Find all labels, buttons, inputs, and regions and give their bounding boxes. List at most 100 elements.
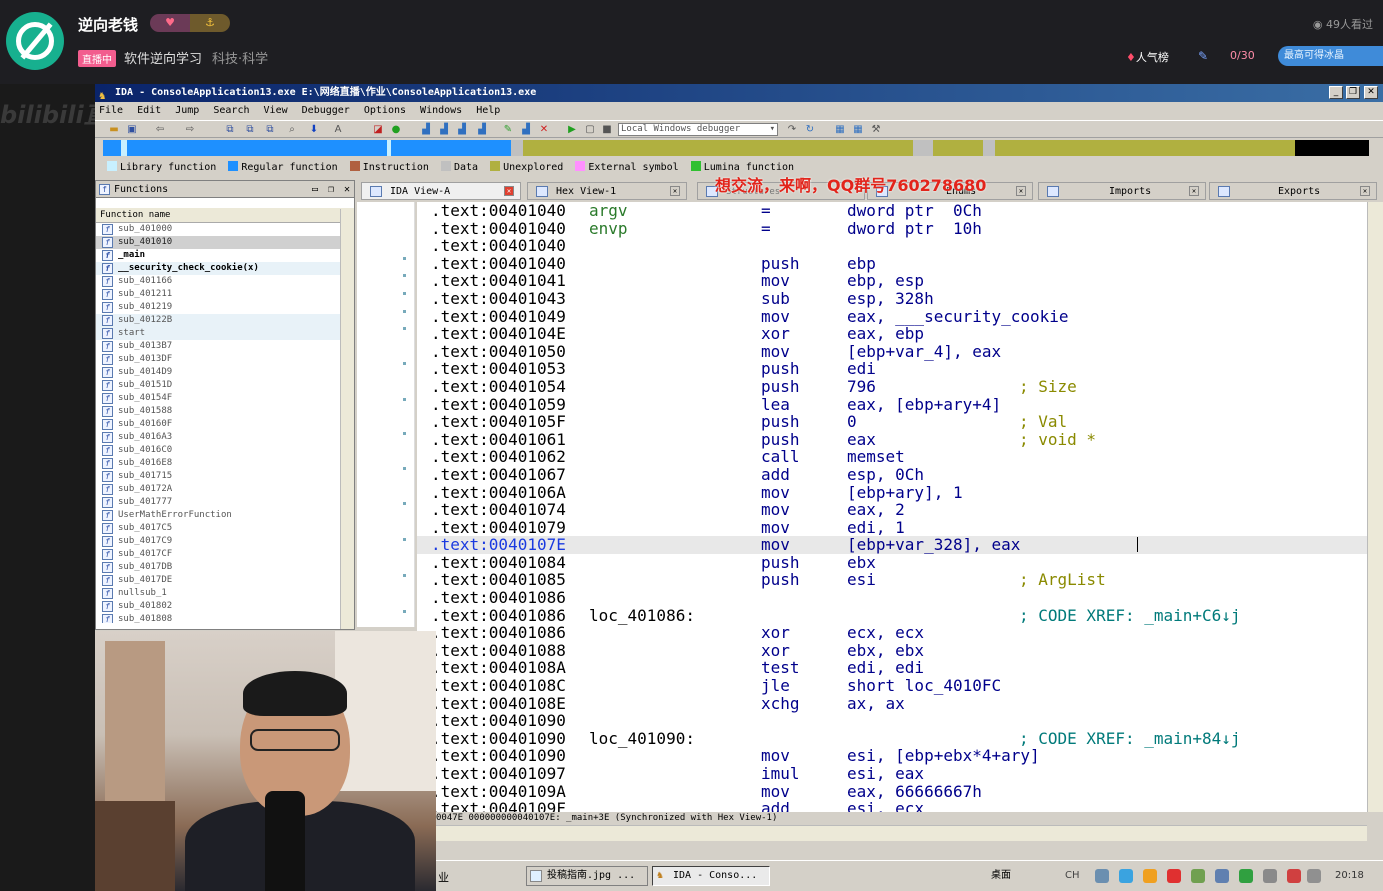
disasm-line[interactable]: .text:0040108A test edi, edi	[417, 659, 1367, 677]
step-into-icon[interactable]: ↷	[785, 123, 799, 136]
guard-promo-button[interactable]: 最高可得冰晶	[1278, 46, 1383, 66]
menu-jump[interactable]: Jump	[175, 105, 199, 116]
trace-icon[interactable]: ▦	[851, 123, 865, 136]
save-icon[interactable]: ▣	[125, 123, 139, 136]
function-item[interactable]: f sub_40154F	[96, 392, 354, 405]
function-item[interactable]: f sub_40172A	[96, 483, 354, 496]
start-debug-icon[interactable]: ▶	[565, 123, 579, 136]
function-item[interactable]: f sub_401166	[96, 275, 354, 288]
menu-search[interactable]: Search	[213, 105, 249, 116]
tab-close-icon[interactable]: ✕	[1016, 186, 1026, 196]
disassembly-vscrollbar[interactable]	[1367, 202, 1383, 812]
disasm-line[interactable]: .text:00401062 call memset	[417, 448, 1367, 466]
volume-icon[interactable]	[1307, 869, 1321, 883]
step-over-icon[interactable]: ↻	[803, 123, 817, 136]
paste-icon[interactable]: ⧉	[243, 123, 257, 136]
pen-tool-icon[interactable]: ✎	[501, 123, 515, 136]
xref-graph-icon[interactable]: ▟	[437, 123, 451, 136]
back-arrow-icon[interactable]: ⇦	[153, 123, 167, 136]
function-item[interactable]: f nullsub_1	[96, 587, 354, 600]
function-item[interactable]: f sub_401211	[96, 288, 354, 301]
menu-windows[interactable]: Windows	[420, 105, 462, 116]
function-item[interactable]: f sub_40151D	[96, 379, 354, 392]
live-category-link[interactable]: 科技·科学	[212, 48, 268, 67]
desktop-label[interactable]: 桌面	[991, 865, 1011, 887]
popularity-rank-button[interactable]: ♦人气榜	[1126, 49, 1169, 65]
function-item[interactable]: f sub_401588	[96, 405, 354, 418]
streamer-name[interactable]: 逆向老钱	[78, 14, 138, 35]
function-item[interactable]: f sub_401219	[96, 301, 354, 314]
update-icon[interactable]	[1191, 869, 1205, 883]
disasm-line[interactable]: .text:00401086	[417, 589, 1367, 607]
display-icon[interactable]	[1215, 869, 1229, 883]
search-icon[interactable]: ⌕	[285, 123, 299, 136]
streamer-avatar[interactable]	[6, 12, 64, 70]
functions-scrollbar[interactable]	[340, 209, 354, 629]
stop-icon[interactable]: ■	[600, 123, 614, 136]
minimize-button[interactable]: _	[1329, 86, 1343, 99]
fan-medal-anchor-icon[interactable]: ⚓	[190, 14, 230, 32]
graph-icon[interactable]: ◪	[371, 123, 385, 136]
function-item[interactable]: f sub_4017DE	[96, 574, 354, 587]
disasm-line[interactable]: .text:00401097 imul esi, eax	[417, 765, 1367, 783]
close-button[interactable]: ✕	[1364, 86, 1378, 99]
function-item[interactable]: f sub_4017CF	[96, 548, 354, 561]
debugger-select[interactable]: Local Windows debugger ▾	[618, 123, 778, 136]
function-item[interactable]: f sub_4014D9	[96, 366, 354, 379]
function-name-column-header[interactable]: Function name	[96, 208, 354, 223]
function-item[interactable]: f sub_4017C9	[96, 535, 354, 548]
pane-dock-icon[interactable]: ❐	[328, 181, 334, 198]
menu-debugger[interactable]: Debugger	[302, 105, 350, 116]
function-item[interactable]: f sub_40122B	[96, 314, 354, 327]
disasm-line[interactable]: .text:0040104E xor eax, ebp	[417, 325, 1367, 343]
function-item[interactable]: f sub_4013B7	[96, 340, 354, 353]
disasm-line[interactable]: .text:00401050 mov [ebp+var_4], eax	[417, 343, 1367, 361]
pen-icon[interactable]: ✎	[1198, 49, 1208, 63]
function-item[interactable]: f sub_4016A3	[96, 431, 354, 444]
stats-icon[interactable]: ▟	[519, 123, 533, 136]
disasm-line[interactable]: .text:00401088 xor ebx, ebx	[417, 642, 1367, 660]
disasm-line[interactable]: .text:0040105F push 0 ; Val	[417, 413, 1367, 431]
disasm-line[interactable]: .text:00401059 lea eax, [ebp+ary+4]	[417, 395, 1367, 414]
disasm-line[interactable]: .text:00401074 mov eax, 2	[417, 501, 1367, 519]
tab-ida-view-a[interactable]: IDA View-A ✕	[361, 182, 521, 200]
disasm-line[interactable]: .text:00401067 add esp, 0Ch	[417, 466, 1367, 484]
function-item[interactable]: f _main	[96, 249, 354, 262]
alert-icon[interactable]	[1287, 869, 1301, 883]
forward-arrow-icon[interactable]: ⇨	[183, 123, 197, 136]
disasm-line[interactable]: .text:0040107E mov [ebp+var_328], eax	[417, 536, 1367, 554]
security-icon[interactable]	[1239, 869, 1253, 883]
disasm-line[interactable]: .text:00401049 mov eax, ___security_cookie	[417, 307, 1367, 326]
qq-icon[interactable]	[1143, 869, 1157, 883]
pane-float-icon[interactable]: ▭	[312, 181, 318, 198]
disasm-line[interactable]: .text:00401053 push edi	[417, 360, 1367, 378]
disasm-line[interactable]: .text:0040109A mov eax, 66666667h	[417, 782, 1367, 801]
tab-imports[interactable]: Imports ✕	[1038, 182, 1206, 200]
clock[interactable]: 20:18	[1335, 865, 1364, 887]
function-item[interactable]: f sub_4016E8	[96, 457, 354, 470]
fan-medal-heart-icon[interactable]: ♥	[150, 14, 190, 32]
disasm-line[interactable]: .text:00401086 loc_401086: ; CODE XREF: _m…	[417, 607, 1367, 625]
tab-close-icon[interactable]: ✕	[1189, 186, 1199, 196]
function-item[interactable]: f sub_4017C5	[96, 522, 354, 535]
breakpoint-list-icon[interactable]: ▦	[833, 123, 847, 136]
disasm-line[interactable]: .text:00401040 push ebp	[417, 255, 1367, 273]
power-icon[interactable]	[1263, 869, 1277, 883]
disasm-line[interactable]: .text:00401084 push ebx	[417, 554, 1367, 572]
function-item[interactable]: f start	[96, 327, 354, 340]
tab-hex-view[interactable]: Hex View-1 ✕	[527, 182, 687, 200]
disassembly-view[interactable]: .text:00401040 argv = dword ptr 0Ch .text:00…	[417, 202, 1367, 812]
menu-help[interactable]: Help	[476, 105, 500, 116]
tab-exports[interactable]: Exports ✕	[1209, 182, 1377, 200]
disasm-line[interactable]: .text:0040109F add esi, ecx	[417, 800, 1367, 812]
function-item[interactable]: f sub_401802	[96, 600, 354, 613]
restore-button[interactable]: ❐	[1346, 86, 1360, 99]
fan-club-count[interactable]: 0/30	[1230, 49, 1255, 62]
function-item[interactable]: f sub_401777	[96, 496, 354, 509]
run-circle-icon[interactable]: ●	[389, 123, 403, 136]
pane-close-icon[interactable]: ✕	[344, 181, 350, 198]
call-graph-icon[interactable]: ▟	[475, 123, 489, 136]
disasm-line[interactable]: .text:00401054 push 796 ; Size	[417, 378, 1367, 396]
disasm-line[interactable]: .text:0040108C jle short loc_4010FC	[417, 677, 1367, 695]
search-binary-icon[interactable]: ⧉	[263, 123, 277, 136]
